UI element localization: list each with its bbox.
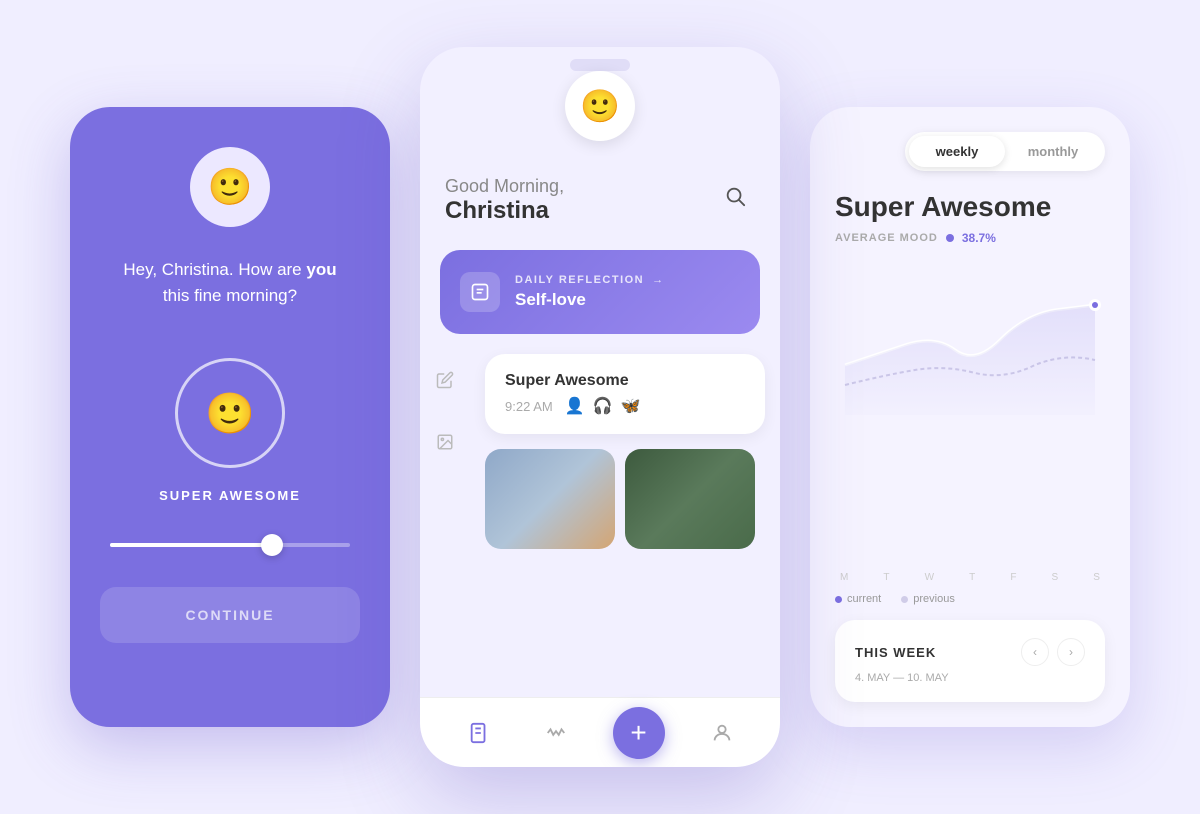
this-week-title: THIS WEEK bbox=[855, 645, 936, 660]
day-s2: S bbox=[1093, 572, 1100, 583]
mood-label: SUPER AWESOME bbox=[159, 488, 301, 503]
bottom-nav: + bbox=[420, 697, 780, 767]
greeting-name: Good Morning, Christina bbox=[445, 176, 564, 225]
avg-mood-value: 38.7% bbox=[962, 231, 996, 245]
this-week-dates: 4. MAY — 10. MAY bbox=[855, 672, 1085, 684]
daily-title: DAILY REFLECTION → bbox=[515, 274, 665, 286]
mood-circle: 🙂 bbox=[175, 358, 285, 468]
continue-button[interactable]: CONTINUE bbox=[100, 587, 360, 643]
mood-entry-card[interactable]: Super Awesome 9:22 AM 👤 🎧 🦋 bbox=[485, 354, 765, 434]
avg-mood-row: AVERAGE MOOD 38.7% bbox=[835, 231, 1105, 245]
daily-reflection-card[interactable]: DAILY REFLECTION → Self-love bbox=[440, 250, 760, 334]
photo-thumb-2[interactable] bbox=[625, 449, 755, 549]
meta-icons: 👤 🎧 🦋 bbox=[565, 396, 641, 416]
daily-subtitle: Self-love bbox=[515, 290, 665, 310]
day-m: M bbox=[840, 572, 848, 583]
mascot-face-center: 🙂 bbox=[580, 87, 620, 125]
center-content: Super Awesome 9:22 AM 👤 🎧 🦋 bbox=[420, 344, 780, 697]
nav-activity[interactable] bbox=[536, 713, 576, 753]
phone-notch bbox=[570, 59, 630, 71]
person-icon: 👤 bbox=[565, 396, 585, 416]
photo-icon bbox=[429, 426, 461, 458]
phones-container: 🙂 Hey, Christina. How are youthis fine m… bbox=[50, 27, 1150, 787]
legend-previous-label: previous bbox=[913, 593, 955, 605]
nav-profile[interactable] bbox=[702, 713, 742, 753]
next-week-btn[interactable]: › bbox=[1057, 638, 1085, 666]
greeting-bold: Christina bbox=[445, 197, 549, 224]
slider-fill bbox=[110, 543, 278, 547]
slider-thumb[interactable] bbox=[261, 534, 283, 556]
chart-area bbox=[835, 265, 1105, 562]
phone-center: 🙂 Good Morning, Christina bbox=[420, 47, 780, 767]
phone-left: 🙂 Hey, Christina. How are youthis fine m… bbox=[70, 107, 390, 727]
day-w: W bbox=[925, 572, 934, 583]
day-f: F bbox=[1010, 572, 1016, 583]
binoculars-icon: 🦋 bbox=[621, 396, 641, 416]
photo-grid bbox=[485, 449, 765, 549]
edit-icon bbox=[429, 364, 461, 396]
center-feed: Super Awesome 9:22 AM 👤 🎧 🦋 bbox=[485, 354, 780, 687]
this-week-nav: ‹ › bbox=[1021, 638, 1085, 666]
mood-entry-meta: 9:22 AM 👤 🎧 🦋 bbox=[505, 396, 745, 416]
phone-right: weekly monthly Super Awesome AVERAGE MOO… bbox=[810, 107, 1130, 727]
mood-entry-title: Super Awesome bbox=[505, 372, 745, 390]
monthly-toggle-btn[interactable]: monthly bbox=[1005, 136, 1101, 167]
daily-card-content: DAILY REFLECTION → Self-love bbox=[515, 274, 665, 310]
chart-legend: current previous bbox=[835, 593, 1105, 605]
chart-days: M T W T F S S bbox=[835, 572, 1105, 583]
legend-previous: previous bbox=[901, 593, 955, 605]
plus-icon: + bbox=[630, 719, 646, 747]
greeting-light: Good Morning, bbox=[445, 176, 564, 197]
avg-mood-label: AVERAGE MOOD bbox=[835, 232, 938, 244]
legend-current: current bbox=[835, 593, 881, 605]
avatar-left: 🙂 bbox=[190, 147, 270, 227]
add-fab[interactable]: + bbox=[613, 707, 665, 759]
center-header: Good Morning, Christina bbox=[420, 156, 780, 240]
greeting-text-left: Hey, Christina. How are youthis fine mor… bbox=[123, 257, 336, 308]
greeting-row: Good Morning, Christina bbox=[445, 176, 755, 225]
mascot-center: 🙂 bbox=[565, 71, 635, 141]
this-week-header: THIS WEEK ‹ › bbox=[855, 638, 1085, 666]
prev-week-btn[interactable]: ‹ bbox=[1021, 638, 1049, 666]
timeline-sidebar bbox=[420, 354, 470, 687]
mascot-face-left: 🙂 bbox=[208, 166, 253, 208]
mood-title-right: Super Awesome bbox=[835, 191, 1105, 223]
legend-current-label: current bbox=[847, 593, 881, 605]
weekly-toggle: weekly monthly bbox=[905, 132, 1105, 171]
mood-entry-time: 9:22 AM bbox=[505, 399, 553, 414]
nav-journal[interactable] bbox=[459, 713, 499, 753]
mood-chart bbox=[835, 265, 1105, 415]
daily-reflection-icon bbox=[460, 272, 500, 312]
mood-face: 🙂 bbox=[205, 390, 255, 437]
legend-dot-previous bbox=[901, 596, 908, 603]
day-t1: T bbox=[883, 572, 889, 583]
search-button[interactable] bbox=[715, 176, 755, 216]
headphones-icon: 🎧 bbox=[593, 396, 613, 416]
this-week-card: THIS WEEK ‹ › 4. MAY — 10. MAY bbox=[835, 620, 1105, 702]
weekly-toggle-btn[interactable]: weekly bbox=[909, 136, 1005, 167]
avg-dot bbox=[946, 234, 954, 242]
slider-container[interactable] bbox=[100, 543, 360, 547]
legend-dot-current bbox=[835, 596, 842, 603]
day-s1: S bbox=[1052, 572, 1059, 583]
photo-thumb-1[interactable] bbox=[485, 449, 615, 549]
day-t2: T bbox=[969, 572, 975, 583]
slider-track bbox=[110, 543, 350, 547]
